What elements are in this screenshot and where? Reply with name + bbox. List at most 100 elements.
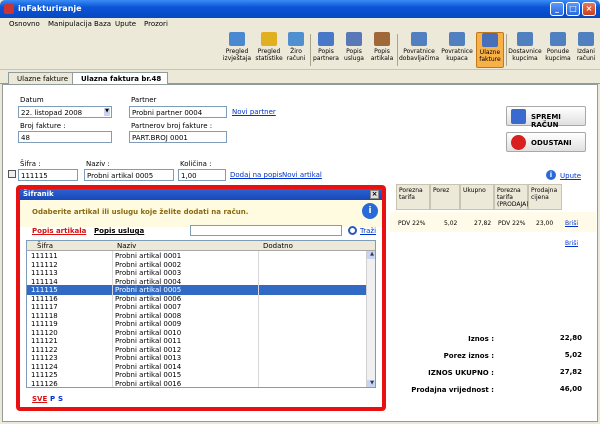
toolbar-popis-usluga[interactable]: Popis usluga: [340, 32, 368, 68]
info-icon[interactable]: i: [546, 170, 556, 180]
cell-naziv: Probni artikal 0016: [115, 379, 182, 388]
power-icon: [511, 135, 526, 150]
chevron-down-icon[interactable]: ▼: [104, 108, 110, 116]
menu-bar: Osnovno Manipulacija Baza Upute Prozori: [0, 18, 600, 30]
odustani-label: ODUSTANI: [531, 139, 572, 147]
delivery-icon: [517, 32, 533, 46]
info-icon: i: [362, 203, 378, 219]
filter-p[interactable]: P: [50, 395, 55, 403]
kolicina-field[interactable]: 1,00: [178, 169, 226, 181]
offers-icon: [550, 32, 566, 46]
dialog-prompt: Odaberite artikal ili uslugu koje želite…: [32, 208, 249, 216]
toolbar-popis-artikala[interactable]: Popis artikala: [368, 32, 396, 68]
search-input[interactable]: [190, 225, 342, 236]
toolbar-povratnice-dobavljacima[interactable]: Povratnice dobavljačima: [399, 32, 439, 68]
toolbar-label: Povratnice kupaca: [441, 48, 473, 62]
novi-partner-link[interactable]: Novi partner: [232, 108, 276, 116]
column-divider: [112, 251, 113, 387]
toolbar-label: Dostavnice kupcima: [508, 48, 542, 62]
toolbar-separator: [506, 34, 507, 66]
iznos-ukupno-label: IZNOS UKUPNO :: [428, 369, 494, 377]
menu-prozori[interactable]: Prozori: [144, 20, 168, 28]
menu-manipulacija[interactable]: Manipulacija: [48, 20, 92, 28]
toolbar-label: Žiro računi: [286, 48, 306, 62]
menu-osnovno[interactable]: Osnovno: [9, 20, 40, 28]
datum-field[interactable]: 22. listopad 2008: [18, 106, 112, 118]
col-porez: Porez: [430, 184, 460, 210]
brisi-link[interactable]: Briši: [565, 240, 578, 247]
sifranik-dialog: Šifranik × Odaberite artikal ili uslugu …: [16, 185, 386, 411]
statistics-icon: [261, 32, 277, 46]
articles-grid: Šifra Naziv Dodatno 111111 Probni artikal…: [26, 240, 376, 388]
broj-fakture-field[interactable]: 48: [18, 131, 112, 143]
grid-scrollbar[interactable]: ▲ ▼: [366, 251, 375, 387]
brisi-link[interactable]: Briši: [565, 220, 578, 227]
scroll-up-icon[interactable]: ▲: [367, 251, 375, 259]
dodaj-na-popis-link[interactable]: Dodaj na popis: [230, 171, 282, 179]
toolbar: Pregled izvještaja Pregled statistike Ži…: [0, 30, 600, 70]
toolbar-label: Izdani računi: [576, 48, 596, 62]
toolbar-ziro-racuni[interactable]: Žiro računi: [284, 32, 308, 68]
cell-porez: 5,02: [444, 220, 458, 227]
novi-artikal-link[interactable]: Novi artikal: [282, 171, 322, 179]
upute-link[interactable]: Upute: [560, 172, 581, 180]
filter-s[interactable]: S: [58, 395, 63, 403]
dialog-title: Šifranik: [23, 190, 54, 198]
col-dodatno[interactable]: Dodatno: [263, 242, 293, 250]
document-tabs: Ulazne fakture Ulazna faktura br.48: [0, 71, 600, 85]
tab-ulazne-fakture[interactable]: Ulazne fakture: [8, 72, 76, 84]
return-supplier-icon: [411, 32, 427, 46]
partner-select[interactable]: Probni partner 0004: [129, 106, 227, 118]
tab-popis-artikala[interactable]: Popis artikala: [32, 227, 86, 235]
cell-sifra: 111126: [31, 379, 58, 388]
odustani-button[interactable]: ODUSTANI: [506, 132, 586, 152]
toolbar-ulazne-fakture[interactable]: Ulazne fakture: [476, 32, 504, 68]
col-porezna-tarifa-prodaja: Porezna tarifa (PRODAJA): [494, 184, 529, 210]
kolicina-label: Količina :: [180, 160, 212, 168]
toolbar-label: Popis artikala: [370, 48, 394, 62]
maximize-button[interactable]: □: [566, 2, 580, 16]
close-button[interactable]: ×: [582, 2, 596, 16]
spremi-label: SPREMI RAČUN: [531, 113, 561, 129]
datum-label: Datum: [20, 96, 44, 104]
keyboard-icon[interactable]: [8, 170, 16, 178]
table-row[interactable]: 111126 Probni artikal 0016: [27, 379, 366, 388]
incoming-invoices-icon: [482, 33, 498, 47]
partnerov-broj-field[interactable]: PART.BROJ 0001: [129, 131, 227, 143]
toolbar-izdani-racuni[interactable]: Izdani računi: [573, 32, 599, 68]
articles-icon: [374, 32, 390, 46]
column-divider: [258, 251, 259, 387]
toolbar-separator: [310, 34, 311, 66]
cell-prodajna-cijena: 23,00: [536, 220, 554, 227]
minimize-button[interactable]: _: [550, 2, 564, 16]
toolbar-dostavnice-kupcima[interactable]: Dostavnice kupcima: [508, 32, 542, 68]
naziv-field[interactable]: Probni artikal 0005: [84, 169, 174, 181]
scroll-down-icon[interactable]: ▼: [367, 380, 375, 387]
toolbar-pregled-izvjestaja[interactable]: Pregled izvještaja: [220, 32, 254, 68]
cell-ukupno: 27,82: [474, 220, 492, 227]
sifra-field[interactable]: 111115: [18, 169, 78, 181]
toolbar-povratnice-kupaca[interactable]: Povratnice kupaca: [439, 32, 475, 68]
col-naziv[interactable]: Naziv: [117, 242, 136, 250]
title-bar: inFakturiranje _ □ ×: [0, 0, 600, 18]
trazi-link[interactable]: Traži: [360, 227, 376, 235]
partners-icon: [318, 32, 334, 46]
naziv-label: Naziv :: [86, 160, 110, 168]
toolbar-ponude-kupcima[interactable]: Ponude kupcima: [543, 32, 573, 68]
toolbar-popis-partnera[interactable]: Popis partnera: [312, 32, 340, 68]
search-icon[interactable]: [348, 226, 357, 235]
toolbar-label: Ulazne fakture: [479, 49, 501, 63]
tab-popis-usluga[interactable]: Popis usluga: [94, 227, 144, 235]
menu-upute[interactable]: Upute: [115, 20, 136, 28]
col-prodajna-cijena: Prodajna cijena: [528, 184, 562, 210]
toolbar-pregled-statistike[interactable]: Pregled statistike: [254, 32, 284, 68]
menu-baza[interactable]: Baza: [94, 20, 111, 28]
col-ukupno: Ukupno: [460, 184, 494, 210]
spremi-racun-button[interactable]: SPREMI RAČUN: [506, 106, 586, 129]
dialog-close-button[interactable]: ×: [370, 190, 379, 199]
issued-invoices-icon: [578, 32, 594, 46]
cell-porezna-tarifa-prodaja: PDV 22%: [498, 220, 526, 227]
col-sifra[interactable]: Šifra: [37, 242, 53, 250]
filter-sve[interactable]: SVE: [32, 395, 47, 403]
iznos-ukupno-value: 27,82: [559, 368, 582, 376]
